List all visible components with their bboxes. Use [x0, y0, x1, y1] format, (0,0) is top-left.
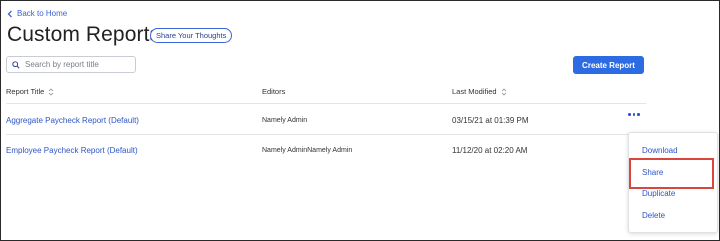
row-actions-menu: Download Share Duplicate Delete	[628, 132, 718, 233]
divider	[6, 134, 646, 135]
create-report-button[interactable]: Create Report	[573, 56, 644, 74]
divider	[6, 103, 646, 104]
menu-item-share[interactable]: Share	[642, 168, 663, 177]
back-to-home-label: Back to Home	[17, 9, 68, 18]
search-icon	[12, 60, 20, 69]
page-frame: Back to Home Custom Reports Share Your T…	[0, 0, 720, 241]
menu-item-delete[interactable]: Delete	[642, 211, 665, 220]
menu-item-duplicate[interactable]: Duplicate	[642, 189, 675, 198]
menu-item-download[interactable]: Download	[642, 146, 678, 155]
search-field[interactable]	[6, 56, 136, 73]
report-title-link[interactable]: Aggregate Paycheck Report (Default)	[6, 116, 139, 125]
column-header-editors: Editors	[262, 87, 285, 96]
chevron-left-icon	[7, 10, 12, 17]
more-horizontal-icon[interactable]	[628, 113, 640, 116]
report-last-modified: 11/12/20 at 02:20 AM	[452, 146, 528, 155]
column-label: Editors	[262, 87, 286, 96]
search-input[interactable]	[25, 60, 130, 69]
share-your-thoughts-button[interactable]: Share Your Thoughts	[150, 28, 233, 43]
column-label: Report Title	[6, 87, 45, 96]
sort-icon	[501, 87, 506, 96]
report-editors: Namely AdminNamely Admin	[262, 147, 353, 154]
page-title: Custom Reports	[7, 23, 161, 46]
back-to-home-link[interactable]: Back to Home	[7, 9, 67, 18]
sort-icon	[49, 87, 54, 96]
report-editors: Namely Admin	[262, 117, 308, 124]
report-title-link[interactable]: Employee Paycheck Report (Default)	[6, 146, 138, 155]
column-header-last-modified[interactable]: Last Modified	[452, 87, 507, 96]
report-last-modified: 03/15/21 at 01:39 PM	[452, 116, 529, 125]
column-header-report-title[interactable]: Report Title	[6, 87, 54, 96]
column-label: Last Modified	[452, 87, 497, 96]
